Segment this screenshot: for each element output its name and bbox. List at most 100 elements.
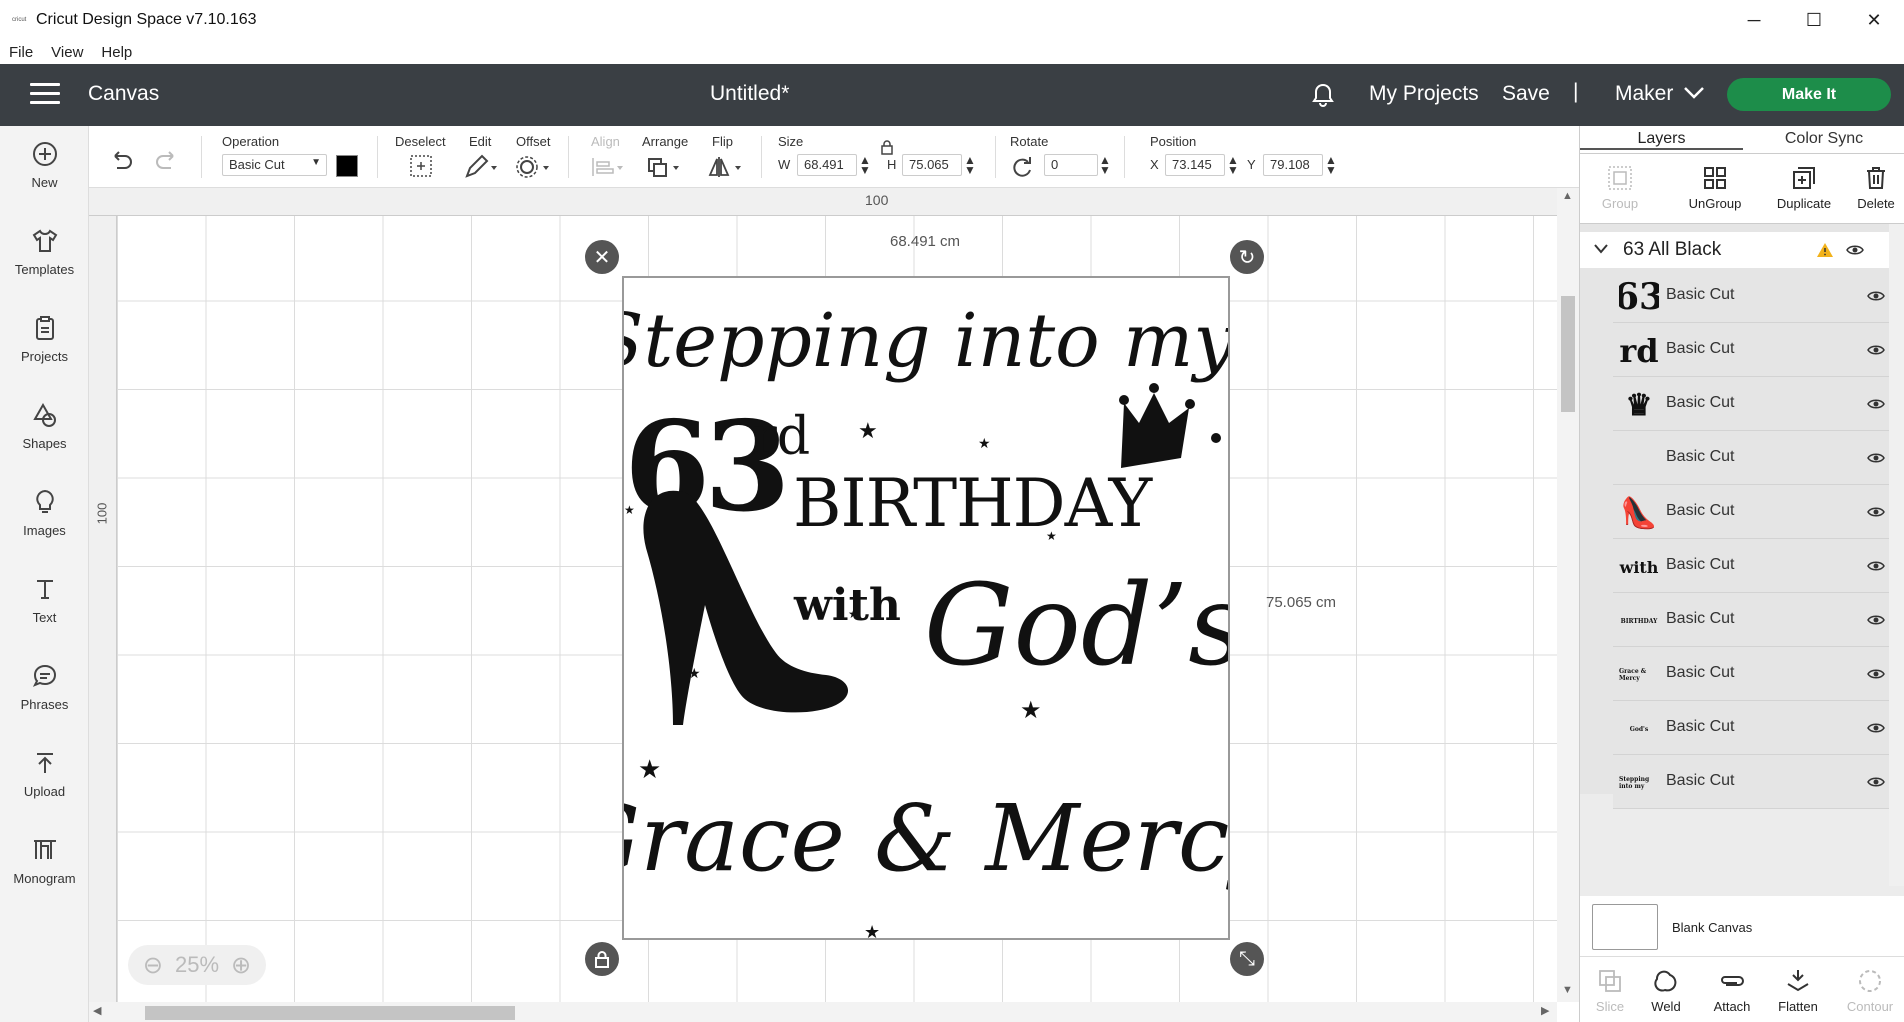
scroll-left-icon[interactable]: ◀ [93,1004,101,1017]
deselect-icon[interactable] [407,154,435,180]
tool-text[interactable]: Text [0,561,89,647]
tool-projects[interactable]: Projects [0,300,89,386]
contour-button[interactable]: Contour [1840,963,1900,1014]
layer-row[interactable]: Grace & Mercy Basic Cut [1613,648,1889,701]
weld-button[interactable]: Weld [1636,963,1696,1014]
eye-icon[interactable] [1867,560,1885,572]
chevron-down-icon[interactable] [1683,86,1705,100]
eye-icon[interactable] [1846,244,1864,256]
layer-row[interactable]: rd Basic Cut [1613,324,1889,377]
y-input[interactable]: 79.108 [1263,154,1323,176]
layer-row[interactable]: God's Basic Cut [1613,702,1889,755]
tool-templates[interactable]: Templates [0,213,89,299]
maximize-button[interactable]: ☐ [1786,0,1842,40]
layer-row[interactable]: 63 Basic Cut [1613,270,1889,323]
eye-icon[interactable] [1867,290,1885,302]
eye-icon[interactable] [1867,722,1885,734]
rotate-stepper[interactable]: ▲ ▼ [1099,154,1111,176]
delete-button[interactable]: Delete [1836,160,1904,211]
tool-new[interactable]: New [0,126,89,212]
close-window-button[interactable]: ✕ [1846,0,1902,40]
resize-handle-icon[interactable]: ⤡ [1230,942,1264,976]
hamburger-menu-icon[interactable] [30,83,60,107]
scroll-down-icon[interactable]: ▼ [1562,984,1573,996]
horizontal-scrollbar[interactable]: ◀ ▶ [89,1002,1557,1022]
tool-label: New [31,175,58,190]
layer-row[interactable]: BIRTHDAY Basic Cut [1613,594,1889,647]
minimize-button[interactable]: ─ [1726,0,1782,40]
selected-design[interactable]: Stepping into my 63 rd BIRTHDAY with God… [567,276,1282,942]
tool-monogram[interactable]: Monogram [0,822,89,908]
lock-icon[interactable] [880,139,894,155]
slice-button[interactable]: Slice [1580,963,1640,1014]
layer-row[interactable]: with Basic Cut [1613,540,1889,593]
color-swatch[interactable] [336,155,358,177]
machine-selector[interactable]: Maker [1615,82,1673,106]
eye-icon[interactable] [1867,506,1885,518]
eye-icon[interactable] [1867,668,1885,680]
eye-icon[interactable] [1867,614,1885,626]
rotate-icon[interactable] [1008,154,1036,180]
tab-layers[interactable]: Layers [1580,126,1743,150]
scroll-right-icon[interactable]: ▶ [1541,1004,1549,1017]
undo-icon[interactable] [107,148,135,174]
align-icon[interactable] [589,154,625,180]
chevron-down-icon[interactable] [1594,244,1608,254]
group-button[interactable]: Group [1580,160,1660,211]
vertical-scroll-thumb[interactable] [1561,296,1575,412]
offset-icon[interactable] [515,154,551,180]
horizontal-scroll-thumb[interactable] [145,1006,515,1020]
zoom-in-icon[interactable]: ⊕ [231,951,251,980]
panel-scrollbar[interactable] [1889,224,1904,886]
rotate-input[interactable]: 0 [1044,154,1098,176]
operation-select[interactable]: Basic Cut ▼ [222,154,327,176]
layer-row[interactable]: Stepping into my Basic Cut [1613,756,1889,809]
flatten-button[interactable]: Flatten [1768,963,1828,1014]
tool-shapes[interactable]: Shapes [0,387,89,473]
zoom-out-icon[interactable]: ⊖ [143,951,163,980]
blank-canvas-thumbnail[interactable] [1592,904,1658,950]
my-projects-link[interactable]: My Projects [1369,82,1479,106]
height-stepper[interactable]: ▲ ▼ [964,154,976,176]
redo-icon[interactable] [153,148,181,174]
layer-row[interactable]: ♛ Basic Cut [1613,378,1889,431]
eye-icon[interactable] [1867,398,1885,410]
tool-phrases[interactable]: Phrases [0,648,89,734]
y-stepper[interactable]: ▲ ▼ [1325,154,1337,176]
tool-upload[interactable]: Upload [0,735,89,821]
tab-color-sync[interactable]: Color Sync [1743,130,1904,148]
width-stepper[interactable]: ▲ ▼ [859,154,871,176]
layer-row[interactable]: Basic Cut [1613,432,1889,485]
lock-handle-icon[interactable] [585,942,619,976]
crown-icon [1211,433,1221,443]
scroll-up-icon[interactable]: ▲ [1562,190,1573,202]
make-it-button[interactable]: Make It [1727,78,1891,111]
vertical-scrollbar[interactable]: ▲ ▼ [1557,188,1579,1002]
warning-icon[interactable] [1816,242,1834,258]
blank-canvas-row[interactable]: Blank Canvas [1580,896,1904,956]
layer-thumbnail [1619,438,1659,480]
menu-view[interactable]: View [51,44,83,61]
bell-icon[interactable] [1310,82,1336,108]
duplicate-button[interactable]: Duplicate [1764,160,1844,211]
layer-row[interactable]: 👠 Basic Cut [1613,486,1889,539]
x-input[interactable]: 73.145 [1165,154,1225,176]
rotate-handle-icon[interactable]: ↻ [1230,240,1264,274]
attach-button[interactable]: Attach [1702,963,1762,1014]
ungroup-button[interactable]: UnGroup [1675,160,1755,211]
menu-file[interactable]: File [9,44,33,61]
height-input[interactable]: 75.065 [902,154,962,176]
save-button[interactable]: Save [1502,82,1550,106]
x-stepper[interactable]: ▲ ▼ [1227,154,1239,176]
edit-pencil-icon[interactable] [463,154,499,180]
eye-icon[interactable] [1867,452,1885,464]
eye-icon[interactable] [1867,776,1885,788]
flip-icon[interactable] [707,154,743,180]
eye-icon[interactable] [1867,344,1885,356]
menu-help[interactable]: Help [101,44,132,61]
delete-handle-icon[interactable]: ✕ [585,240,619,274]
arrange-icon[interactable] [645,154,681,180]
width-input[interactable]: 68.491 [797,154,857,176]
layer-group-row[interactable]: 63 All Black [1580,232,1889,268]
tool-images[interactable]: Images [0,474,89,560]
